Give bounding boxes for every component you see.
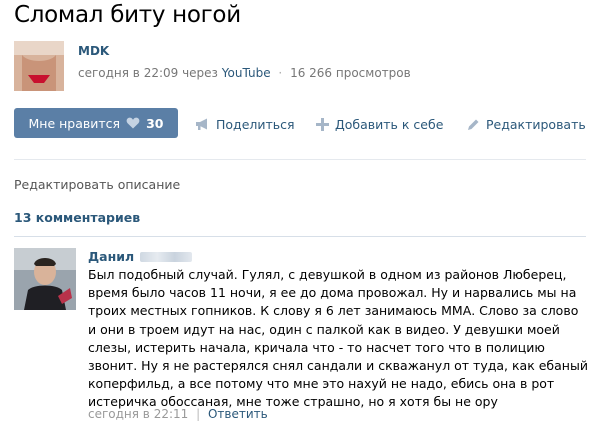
- add-to-self-button[interactable]: Добавить к себе: [316, 117, 443, 132]
- author-avatar[interactable]: [14, 41, 64, 91]
- meta-separator: ·: [278, 66, 283, 80]
- comment-time[interactable]: сегодня в 22:11: [88, 407, 188, 421]
- like-label: Мне нравится: [28, 115, 121, 131]
- comment-line: время было часов 11 ночи, я ее до дома п…: [88, 285, 577, 301]
- comment-line: Был подобный случай. Гулял, с девушкой в…: [88, 267, 567, 282]
- author-name[interactable]: MDK: [78, 44, 109, 58]
- video-meta: сегодня в 22:09 через YouTube · 16 266 п…: [78, 66, 411, 80]
- author-avatar-image: [14, 41, 64, 91]
- posted-time: сегодня в 22:09 через: [78, 66, 218, 80]
- commenter-avatar-image: [14, 248, 76, 310]
- reply-link[interactable]: Ответить: [208, 407, 268, 421]
- comments-count[interactable]: 13 комментариев: [14, 210, 140, 225]
- view-count: 16 266 просмотров: [290, 66, 411, 80]
- comment-line: звонит. Ну я не растерялся снял сандали …: [88, 358, 588, 374]
- add-label: Добавить к себе: [335, 117, 444, 132]
- edit-label: Редактировать: [486, 117, 586, 132]
- heart-icon: [126, 117, 140, 129]
- comment-footer: сегодня в 22:11 | Ответить: [88, 407, 268, 421]
- edit-button[interactable]: Редактировать: [466, 117, 586, 132]
- share-button[interactable]: Поделиться: [195, 117, 295, 132]
- section-divider: [14, 159, 586, 160]
- share-label: Поделиться: [216, 117, 295, 132]
- like-button[interactable]: Мне нравится 30: [14, 108, 178, 138]
- pencil-icon: [468, 119, 479, 130]
- comments-divider: [14, 236, 586, 237]
- like-count: 30: [146, 115, 164, 131]
- comment-line: троих местных гопников. К слову я 6 лет …: [88, 303, 579, 319]
- comment-line: и они в троем идут на нас, один с палкой…: [88, 321, 560, 337]
- commenter-name[interactable]: Данил: [88, 249, 134, 264]
- comment-text: Был подобный случай. Гулял, с девушкой в…: [88, 266, 588, 412]
- comment-line: слезы, истерить начала, кричала что - то…: [88, 339, 545, 355]
- edit-description-link[interactable]: Редактировать описание: [14, 177, 180, 192]
- blurred-surname: [140, 251, 193, 262]
- plus-icon: [316, 118, 329, 131]
- video-title: Сломал биту ногой: [14, 2, 241, 28]
- megaphone-icon: [196, 118, 207, 130]
- commenter-avatar[interactable]: [14, 248, 76, 310]
- comment-line: коперфильд, а все потому что мне это нах…: [88, 376, 555, 392]
- footer-separator: |: [196, 407, 201, 421]
- source-link[interactable]: YouTube: [222, 66, 271, 80]
- commenter-name-row: Данил: [88, 249, 193, 264]
